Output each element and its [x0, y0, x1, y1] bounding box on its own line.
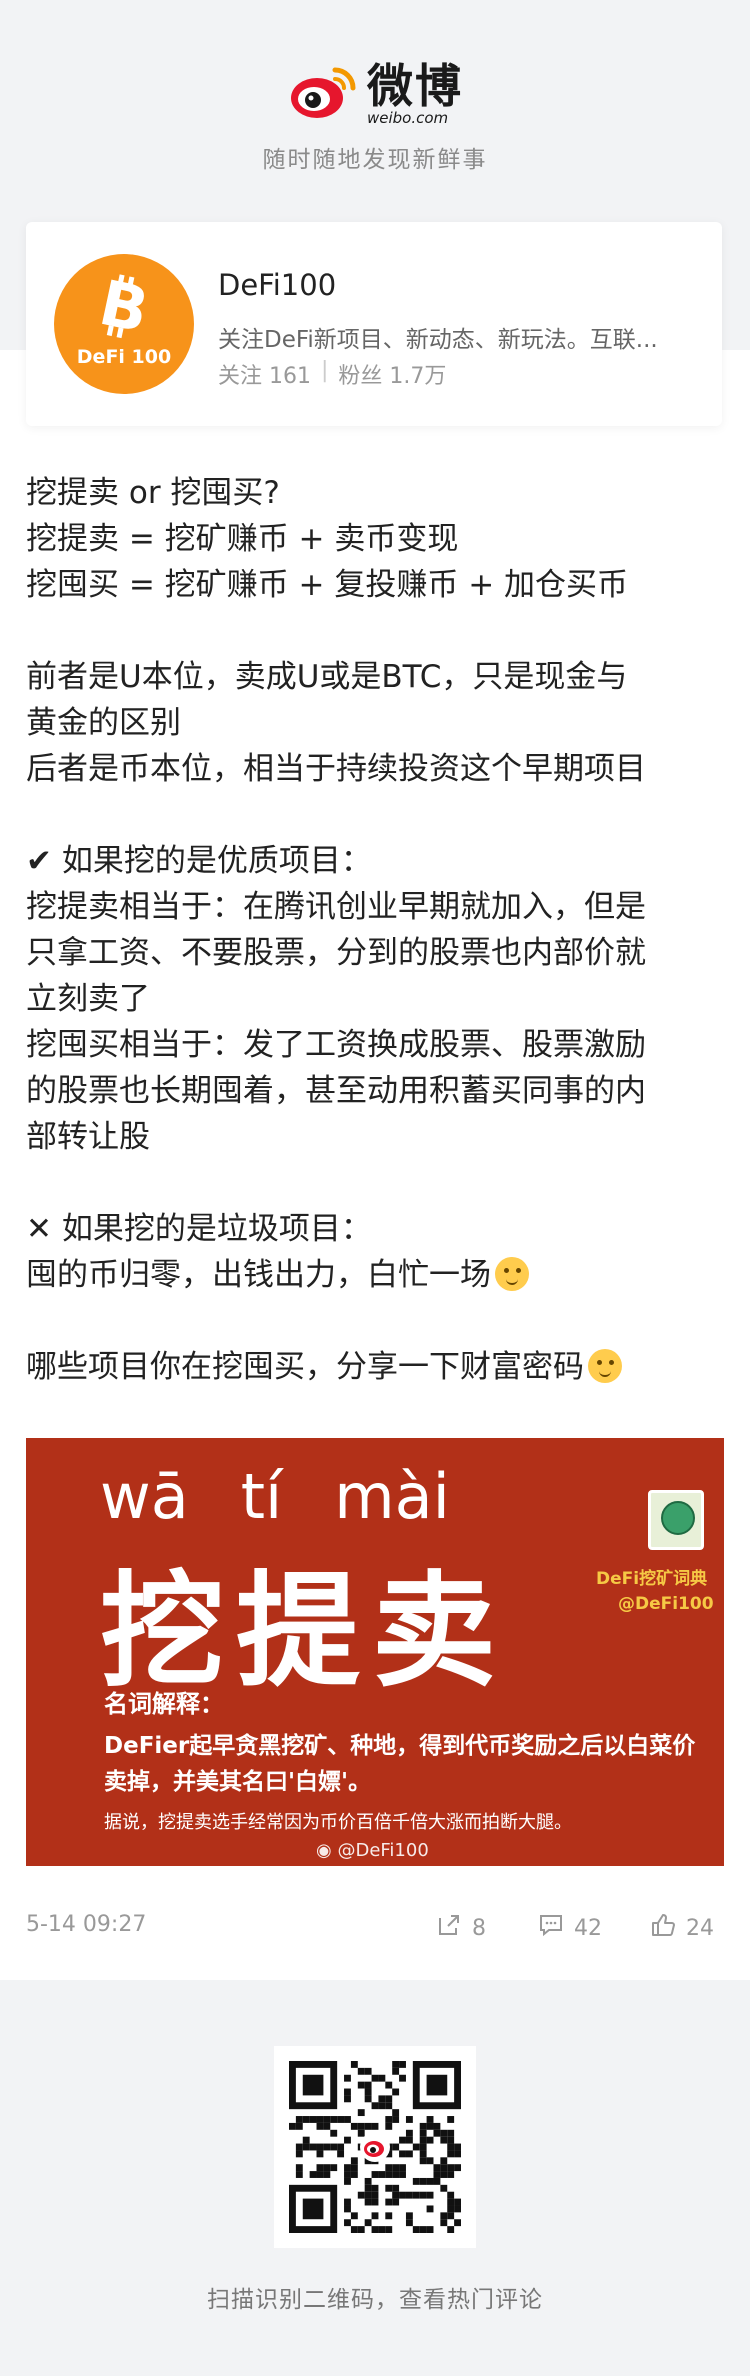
- watermark-handle: @DeFi100: [337, 1840, 429, 1861]
- weibo-qr-logo-icon: [360, 2132, 390, 2162]
- comment-count: 42: [574, 1915, 602, 1941]
- image-brand-handle: @DeFi100: [618, 1594, 714, 1614]
- image-headword: 挖提卖: [100, 1560, 509, 1704]
- stat-divider: |: [321, 358, 329, 383]
- kissing-face-icon: [588, 1349, 622, 1383]
- post-image[interactable]: wā tí mài 挖提卖 DeFi挖矿词典 @DeFi100 名词解释： De…: [26, 1438, 724, 1866]
- following-count[interactable]: 关注 161: [218, 358, 311, 390]
- post-line: [26, 1160, 726, 1206]
- post-line-with-emoji: 哪些项目你在挖囤买，分享一下财富密码: [26, 1344, 726, 1390]
- weibo-logo[interactable]: 微博 weibo.com: [0, 62, 750, 126]
- post-line: 挖囤买相当于：发了工资换成股票、股票激励: [26, 1027, 646, 1063]
- definition-note: 据说，挖提卖选手经常因为币价百倍千倍大涨而拍断大腿。: [104, 1812, 572, 1833]
- profile-description: 关注DeFi新项目、新动态、新玩法。互联...: [218, 327, 658, 353]
- profile-stats: 关注 161 | 粉丝 1.7万: [218, 358, 446, 390]
- svg-text:B: B: [93, 272, 154, 342]
- avatar[interactable]: B DeFi 100: [54, 254, 194, 394]
- qr-code[interactable]: [274, 2046, 476, 2248]
- tagline: 随时随地发现新鲜事: [262, 147, 488, 173]
- thumbs-up-icon: [650, 1912, 676, 1944]
- post-line: [26, 1298, 726, 1344]
- definition-body: DeFier起早贪黑挖矿、种地，得到代币奖励之后以白菜价卖掉，并美其名曰'白嫖'…: [104, 1733, 696, 1795]
- pinyin-syllable: tí: [240, 1460, 283, 1533]
- post-timestamp: 5-14 09:27: [26, 1912, 147, 1937]
- post-line: 立刻卖了: [26, 981, 150, 1017]
- post-line: 的股票也长期囤着，甚至动用积蓄买同事的内: [26, 1073, 646, 1109]
- avatar-label: DeFi 100: [76, 346, 172, 368]
- share-count: 8: [472, 1915, 486, 1941]
- post-line: 只拿工资、不要股票，分到的股票也内部价就: [26, 935, 646, 971]
- post-line: [26, 608, 726, 654]
- post-line: ✕ 如果挖的是垃圾项目：: [26, 1211, 372, 1247]
- pinyin-syllable: wā: [100, 1460, 189, 1533]
- share-icon: [436, 1912, 462, 1944]
- comment-button[interactable]: 42: [538, 1912, 602, 1944]
- share-button[interactable]: 8: [436, 1912, 486, 1944]
- post-line: 挖提卖 = 挖矿赚币 + 卖币变现: [26, 521, 459, 557]
- logo-text-cn: 微博: [367, 58, 463, 113]
- weibo-eye-icon: [287, 62, 359, 126]
- weibo-small-icon: ◉: [316, 1840, 332, 1861]
- comment-icon: [538, 1912, 564, 1944]
- post-line: 挖囤买 = 挖矿赚币 + 复投赚币 + 加仓买币: [26, 567, 629, 603]
- bitcoin-icon: B: [54, 266, 194, 347]
- post-line: 后者是币本位，相当于持续投资这个早期项目: [26, 751, 646, 787]
- followers-count[interactable]: 粉丝 1.7万: [338, 358, 446, 390]
- post-line: 部转让股: [26, 1119, 150, 1155]
- post-line: ✔ 如果挖的是优质项目：: [26, 843, 372, 879]
- dictionary-book-icon: [648, 1490, 704, 1550]
- post-line: 挖提卖 or 挖囤买?: [26, 475, 280, 511]
- like-count: 24: [686, 1915, 714, 1941]
- post-line: [26, 792, 726, 838]
- post-line-text: 哪些项目你在挖囤买，分享一下财富密码: [26, 1349, 584, 1385]
- image-brand-name: DeFi挖矿词典: [596, 1569, 708, 1589]
- profile-name[interactable]: DeFi100: [218, 268, 336, 302]
- pinyin-syllable: mài: [334, 1460, 450, 1533]
- logo-text-en: weibo.com: [367, 108, 449, 127]
- profile-card[interactable]: B DeFi 100 DeFi100 关注DeFi新项目、新动态、新玩法。互联.…: [26, 222, 722, 426]
- post-line-text: 囤的币归零，出钱出力，白忙一场: [26, 1257, 491, 1293]
- post-line-with-emoji: 囤的币归零，出钱出力，白忙一场: [26, 1252, 726, 1298]
- thinking-face-icon: [495, 1257, 529, 1291]
- like-button[interactable]: 24: [650, 1912, 714, 1944]
- scan-hint: 扫描识别二维码，查看热门评论: [207, 2287, 543, 2313]
- post-line: 黄金的区别: [26, 705, 181, 741]
- definition-title: 名词解释：: [104, 1690, 224, 1718]
- pinyin-row: wā tí mài: [100, 1460, 450, 1533]
- post-line: 挖提卖相当于：在腾讯创业早期就加入，但是: [26, 889, 646, 925]
- post-meta-bar: 5-14 09:27 8 42 24: [26, 1906, 722, 1946]
- image-watermark: ◉ @DeFi100: [316, 1840, 429, 1861]
- post-body: 挖提卖 or 挖囤买? 挖提卖 = 挖矿赚币 + 卖币变现 挖囤买 = 挖矿赚币…: [26, 470, 726, 1390]
- post-line: 前者是U本位，卖成U或是BTC，只是现金与: [26, 659, 628, 695]
